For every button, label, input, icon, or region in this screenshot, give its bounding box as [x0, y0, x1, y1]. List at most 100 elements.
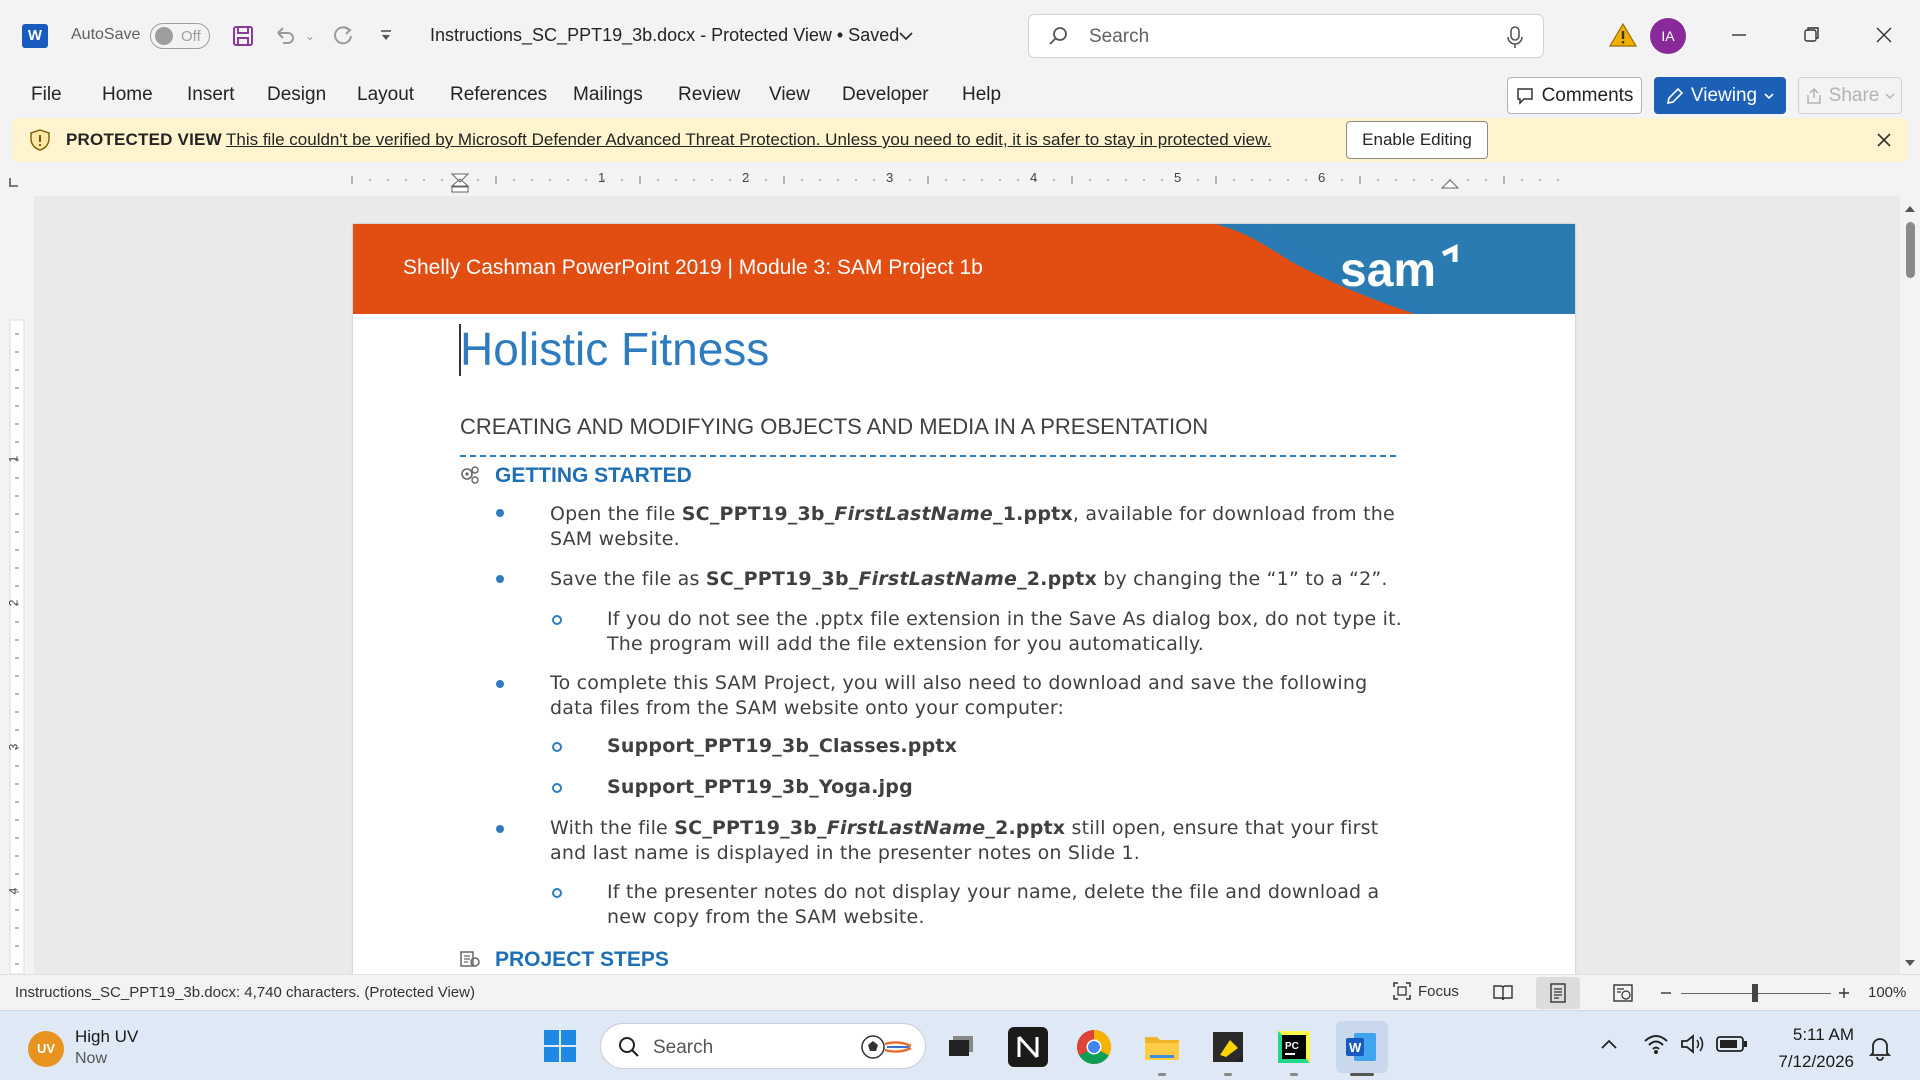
taskbar-search-icon — [619, 1037, 639, 1057]
status-bar: Instructions_SC_PPT19_3b.docx: 4,740 cha… — [0, 974, 1920, 1010]
print-layout-button[interactable] — [1536, 977, 1580, 1009]
clock-time[interactable]: 5:11 AM — [1772, 1025, 1854, 1045]
list-item: To complete this SAM Project, you will a… — [550, 672, 1368, 719]
protected-view-title: PROTECTED VIEW — [66, 130, 222, 149]
bullet-marker — [496, 825, 504, 833]
ribbon-tabs: File Home Insert Design Layout Reference… — [0, 72, 1920, 120]
zoom-level[interactable]: 100% — [1868, 984, 1906, 1001]
autosave-label: AutoSave — [71, 26, 141, 43]
undo-icon[interactable] — [270, 20, 300, 52]
dismiss-bar-close-icon[interactable] — [1874, 130, 1894, 150]
weather-title[interactable]: High UV — [75, 1027, 138, 1047]
focus-mode-button[interactable]: Focus — [1392, 981, 1459, 1001]
enable-editing-button[interactable]: Enable Editing — [1346, 121, 1488, 159]
tab-selector-icon[interactable] — [9, 178, 18, 187]
tab-help[interactable]: Help — [962, 84, 1001, 106]
search-box[interactable]: Search — [1028, 14, 1544, 58]
gears-icon — [461, 466, 479, 484]
file-explorer-icon[interactable] — [1142, 1027, 1182, 1067]
notification-bell-icon[interactable] — [1868, 1035, 1892, 1061]
undo-dropdown-icon[interactable]: ⌄ — [302, 20, 318, 52]
svg-text:sam: sam — [1340, 244, 1436, 297]
zoom-slider-thumb[interactable] — [1752, 984, 1758, 1002]
tab-developer[interactable]: Developer — [842, 84, 929, 106]
right-indent-marker[interactable] — [1440, 179, 1460, 189]
comment-icon — [1516, 87, 1533, 105]
protected-view-message-link[interactable]: This file couldn't be verified by Micros… — [226, 130, 1271, 150]
customize-qat-icon[interactable] — [376, 20, 396, 52]
tab-references[interactable]: References — [450, 84, 547, 106]
weather-icon[interactable]: UV — [28, 1031, 64, 1067]
document-stats[interactable]: Instructions_SC_PPT19_3b.docx: 4,740 cha… — [15, 984, 475, 1001]
tab-home[interactable]: Home — [102, 84, 153, 106]
tab-mailings[interactable]: Mailings — [573, 84, 643, 106]
chevron-down-icon — [1764, 92, 1774, 99]
redo-icon[interactable] — [328, 20, 358, 52]
chrome-app-icon[interactable] — [1074, 1027, 1114, 1067]
bullet-marker — [496, 509, 504, 517]
share-label: Share — [1828, 84, 1880, 106]
sticky-notes-icon[interactable] — [1208, 1027, 1248, 1067]
task-view-icon[interactable] — [940, 1027, 980, 1067]
ruler-number: 1 — [598, 170, 606, 185]
ruler-number: 6 — [1318, 170, 1326, 185]
tab-file[interactable]: File — [31, 84, 62, 106]
tab-insert[interactable]: Insert — [187, 84, 235, 106]
list-item: Save the file as SC_PPT19_3b_FirstLastNa… — [550, 568, 1388, 590]
pycharm-app-icon[interactable]: PC — [1274, 1027, 1314, 1067]
ruler-number: 3 — [886, 170, 894, 185]
word-app-icon[interactable]: W — [22, 24, 48, 48]
svg-text:W: W — [1349, 1040, 1362, 1055]
clock-date[interactable]: 7/12/2026 — [1758, 1052, 1854, 1072]
word-taskbar-icon[interactable]: W — [1336, 1021, 1388, 1073]
viewing-mode-button[interactable]: Viewing — [1654, 77, 1786, 114]
horizontal-ruler[interactable]: 1 2 3 4 5 6 — [0, 166, 1920, 194]
share-button[interactable]: Share — [1798, 77, 1902, 114]
zoom-out-icon[interactable] — [1660, 987, 1672, 999]
autosave-state: Off — [181, 28, 201, 45]
active-indicator — [1350, 1073, 1374, 1076]
read-mode-icon[interactable] — [1492, 983, 1514, 1003]
save-icon[interactable] — [228, 20, 258, 52]
svg-text:PC: PC — [1285, 1041, 1299, 1052]
close-icon[interactable] — [1869, 20, 1899, 50]
vertical-scrollbar[interactable] — [1900, 196, 1920, 974]
battery-icon[interactable] — [1716, 1035, 1748, 1053]
windows-start-icon[interactable] — [542, 1028, 578, 1064]
data-file-item: Support_PPT19_3b_Yoga.jpg — [607, 776, 913, 798]
section-heading-project-steps: PROJECT STEPS — [495, 948, 669, 971]
ruler-number: 4 — [1030, 170, 1038, 185]
notion-app-icon[interactable] — [1008, 1027, 1048, 1067]
document-subtitle: CREATING AND MODIFYING OBJECTS AND MEDIA… — [460, 414, 1209, 439]
avatar[interactable]: IA — [1650, 18, 1686, 54]
microphone-icon[interactable] — [1507, 25, 1523, 49]
document-title[interactable]: Instructions_SC_PPT19_3b.docx - Protecte… — [430, 25, 899, 46]
web-layout-icon[interactable] — [1612, 983, 1634, 1003]
indent-marker[interactable] — [450, 173, 470, 187]
taskbar-search[interactable]: Search — [600, 1023, 926, 1069]
scroll-down-icon[interactable] — [1904, 958, 1916, 968]
tab-design[interactable]: Design — [267, 84, 326, 106]
tab-review[interactable]: Review — [678, 84, 740, 106]
share-chevron-icon — [1885, 93, 1895, 99]
list-item: Open the file SC_PPT19_3b_FirstLastName_… — [550, 503, 1395, 550]
volume-icon[interactable] — [1679, 1033, 1707, 1055]
document-canvas[interactable]: Shelly Cashman PowerPoint 2019 | Module … — [34, 196, 1900, 974]
scrollbar-thumb[interactable] — [1906, 222, 1915, 278]
wifi-icon[interactable] — [1643, 1033, 1669, 1055]
autosave-toggle[interactable]: Off — [150, 23, 210, 49]
title-dropdown-icon[interactable] — [898, 30, 914, 42]
tab-view[interactable]: View — [769, 84, 810, 106]
zoom-in-icon[interactable] — [1838, 987, 1850, 999]
document-page[interactable]: Shelly Cashman PowerPoint 2019 | Module … — [353, 224, 1575, 974]
steps-icon — [460, 951, 480, 967]
restore-icon[interactable] — [1797, 20, 1827, 50]
minimize-icon[interactable] — [1724, 20, 1754, 50]
tab-layout[interactable]: Layout — [357, 84, 414, 106]
banner-text: Shelly Cashman PowerPoint 2019 | Module … — [403, 256, 983, 279]
scroll-up-icon[interactable] — [1904, 204, 1916, 214]
comments-button[interactable]: Comments — [1507, 77, 1642, 114]
tray-chevron-up-icon[interactable] — [1600, 1037, 1618, 1051]
warning-icon[interactable] — [1609, 22, 1637, 48]
vertical-ruler[interactable]: 1 2 3 4 — [0, 194, 34, 974]
